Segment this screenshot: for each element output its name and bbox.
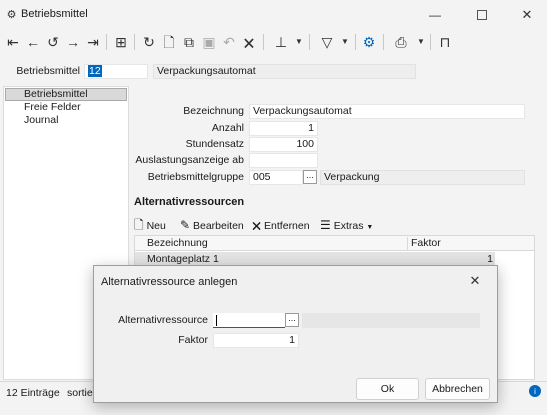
separator	[263, 34, 264, 50]
title-bar: ⚙ Betriebsmittel — ✕	[0, 0, 547, 30]
table-icon[interactable]: ⊞	[112, 32, 130, 52]
ressource-name	[302, 313, 480, 328]
gears-icon: ⚙	[6, 9, 17, 21]
status-count: 12 Einträge	[6, 387, 60, 399]
minimize-icon[interactable]: —	[428, 8, 442, 22]
neu-label: Neu	[146, 220, 166, 232]
bearbeiten-button[interactable]: ✎ Bearbeiten	[180, 217, 244, 233]
gruppe-code-field[interactable]: 005	[249, 170, 303, 185]
info-icon[interactable]: i	[529, 385, 541, 397]
separator	[355, 34, 356, 50]
stundensatz-label: Stundensatz	[185, 138, 244, 150]
alt-section-title: Alternativressourcen	[134, 196, 245, 208]
sidebar-item-betriebsmittel[interactable]: Betriebsmittel	[5, 88, 127, 101]
new-doc-icon[interactable]: 🗋	[160, 32, 178, 52]
chevron-down-icon[interactable]: ▼	[290, 32, 308, 52]
chevron-down-icon: ▼	[366, 224, 374, 231]
auslastung-field[interactable]	[249, 153, 318, 168]
text-cursor	[216, 314, 217, 326]
pencil-icon: ✎	[180, 218, 191, 232]
sidebar-item-label: Journal	[24, 114, 59, 126]
anzahl-field[interactable]: 1	[249, 121, 318, 136]
maximize-icon[interactable]	[475, 8, 489, 22]
neu-button[interactable]: 🗋 Neu	[134, 217, 166, 233]
separator	[383, 34, 384, 50]
ressource-label: Alternativressource	[118, 314, 208, 326]
layout-icon[interactable]: ⊓	[436, 32, 454, 52]
faktor-label: Faktor	[178, 334, 208, 346]
cancel-button[interactable]: Abbrechen	[425, 378, 490, 400]
ressource-field[interactable]	[213, 313, 285, 328]
col-faktor[interactable]: Faktor	[407, 237, 494, 250]
dialog-title: Alternativressource anlegen	[101, 276, 238, 288]
next-icon[interactable]: →	[64, 32, 82, 52]
row-faktor: 1	[487, 253, 493, 265]
separator	[309, 34, 310, 50]
record-id-field[interactable]: 12	[84, 64, 148, 79]
refresh-icon[interactable]: ↻	[140, 32, 158, 52]
close-icon[interactable]: ✕	[520, 7, 534, 22]
sidebar-item-label: Betriebsmittel	[24, 88, 88, 100]
col-bezeichnung[interactable]: Bezeichnung	[147, 237, 208, 250]
settings-icon[interactable]: ⚙	[360, 32, 378, 52]
chevron-down-icon[interactable]: ▼	[336, 32, 354, 52]
prev-icon[interactable]: ←	[24, 32, 42, 52]
new-doc-icon: 🗋	[134, 218, 144, 232]
bezeichnung-label: Bezeichnung	[183, 105, 244, 117]
gruppe-lookup-button[interactable]: ...	[303, 170, 317, 184]
header-label: Betriebsmittel	[16, 65, 80, 77]
sidebar-item-journal[interactable]: Journal	[5, 114, 127, 127]
separator	[430, 34, 431, 50]
main-toolbar: ⇤ ← ↺ → ⇥ ⊞ ↻ 🗋 ⧉ ▣ ↶ 🗙 ⊥ ▼ ▽ ▼ ⚙ ⎙ ▼ ⊓	[0, 30, 547, 56]
extras-label: Extras	[333, 220, 364, 232]
undo-icon[interactable]: ↶	[220, 32, 238, 52]
save-icon[interactable]: ▣	[200, 32, 218, 52]
dialog-close-icon[interactable]: ✕	[466, 272, 484, 290]
sidebar-item-label: Freie Felder	[24, 101, 81, 113]
anzahl-label: Anzahl	[211, 122, 244, 134]
bearbeiten-label: Bearbeiten	[192, 220, 244, 232]
chevron-down-icon[interactable]: ▼	[412, 32, 430, 52]
delete-icon: 🗙	[252, 218, 262, 232]
separator	[134, 34, 135, 50]
ok-button[interactable]: Ok	[356, 378, 419, 400]
ressource-lookup-button[interactable]: ...	[285, 313, 299, 327]
alt-toolbar: 🗋 Neu ✎ Bearbeiten 🗙 Entfernen ☰ Extras …	[134, 214, 534, 236]
record-id: 12	[88, 65, 102, 77]
entfernen-label: Entfernen	[264, 220, 310, 232]
filter-icon[interactable]: ▽	[318, 32, 336, 52]
bezeichnung-field[interactable]: Verpackungsautomat	[249, 104, 525, 119]
pin-icon[interactable]: ⊥	[272, 32, 290, 52]
auslastung-label: Auslastungsanzeige ab	[135, 154, 244, 166]
faktor-field[interactable]: 1	[213, 333, 299, 348]
extras-button[interactable]: ☰ Extras ▼	[320, 217, 373, 233]
sidebar-item-freie-felder[interactable]: Freie Felder	[5, 101, 127, 114]
row-bezeichnung: Montageplatz 1	[147, 253, 219, 265]
entfernen-button[interactable]: 🗙 Entfernen	[252, 217, 310, 233]
separator	[106, 34, 107, 50]
window-title: Betriebsmittel	[21, 8, 88, 20]
dialog: Alternativressource anlegen ✕ Alternativ…	[93, 265, 498, 403]
print-icon[interactable]: ⎙	[392, 32, 410, 52]
gruppe-label: Betriebsmittelgruppe	[147, 171, 244, 183]
first-icon[interactable]: ⇤	[4, 32, 22, 52]
gruppe-name: Verpackung	[320, 170, 525, 185]
delete-icon[interactable]: 🗙	[240, 32, 258, 52]
menu-icon: ☰	[320, 218, 331, 232]
copy-icon[interactable]: ⧉	[180, 32, 198, 52]
history-icon[interactable]: ↺	[44, 32, 62, 52]
record-name: Verpackungsautomat	[153, 64, 416, 79]
stundensatz-field[interactable]: 100	[249, 137, 318, 152]
last-icon[interactable]: ⇥	[84, 32, 102, 52]
